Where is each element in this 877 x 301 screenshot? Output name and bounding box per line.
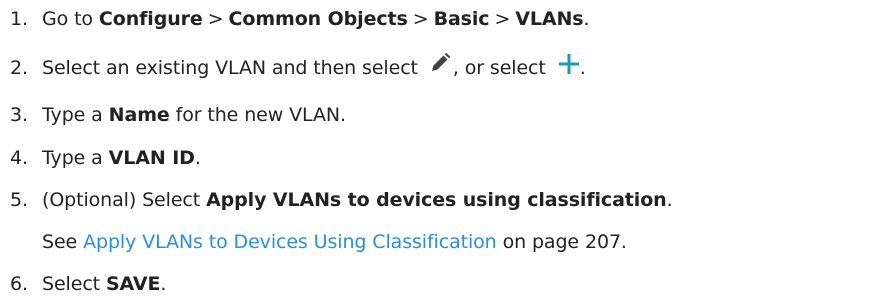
pencil-edit-icon <box>429 52 451 79</box>
see-lead: See <box>42 231 84 253</box>
step-number: 1. <box>10 8 28 30</box>
plus-add-icon <box>558 53 580 80</box>
path-basic: Basic <box>433 8 490 30</box>
see-tail: on page 207. <box>496 231 627 253</box>
path-separator: > <box>207 8 224 30</box>
field-vlan-id-label: VLAN ID <box>108 147 195 169</box>
step-4: 4. Type a VLAN ID . <box>10 143 201 173</box>
step-end: . <box>579 57 586 79</box>
step-text: . <box>160 273 167 295</box>
step-number: 6. <box>10 273 28 295</box>
step-text: (Optional) Select <box>42 189 207 211</box>
step-3: 3. Type a Name for the new VLAN. <box>10 100 346 130</box>
step-text: Type a <box>42 147 109 169</box>
step-text: for the new VLAN. <box>169 104 346 126</box>
save-label: SAVE <box>105 273 161 295</box>
path-configure: Configure <box>98 8 203 30</box>
step-text: Select an existing VLAN and then select <box>42 57 424 79</box>
step-number: 4. <box>10 147 28 169</box>
path-separator: > <box>494 8 511 30</box>
step-text: Type a <box>42 104 109 126</box>
field-name-label: Name <box>108 104 170 126</box>
step-5: 5. (Optional) Select Apply VLANs to devi… <box>10 185 673 215</box>
step-text: Go to <box>42 8 99 30</box>
step-text: Select <box>42 273 106 295</box>
path-separator: > <box>412 8 429 30</box>
step-text: . <box>666 189 673 211</box>
step-2: 2. Select an existing VLAN and then sele… <box>10 52 586 83</box>
step-number: 2. <box>10 57 28 79</box>
step-number: 5. <box>10 189 28 211</box>
step-end: . <box>583 8 590 30</box>
step-text: , or select <box>452 57 552 79</box>
path-common-objects: Common Objects <box>228 8 408 30</box>
option-apply-vlans-label: Apply VLANs to devices using classificat… <box>206 189 667 211</box>
step-5-see-also: See Apply VLANs to Devices Using Classif… <box>42 227 627 257</box>
step-text: . <box>194 147 201 169</box>
path-vlans: VLANs <box>515 8 584 30</box>
step-6: 6. Select SAVE . <box>10 269 166 299</box>
apply-vlans-classification-link[interactable]: Apply VLANs to Devices Using Classificat… <box>83 231 497 253</box>
step-1: 1. Go to Configure > Common Objects > Ba… <box>10 4 590 34</box>
step-number: 3. <box>10 104 28 126</box>
